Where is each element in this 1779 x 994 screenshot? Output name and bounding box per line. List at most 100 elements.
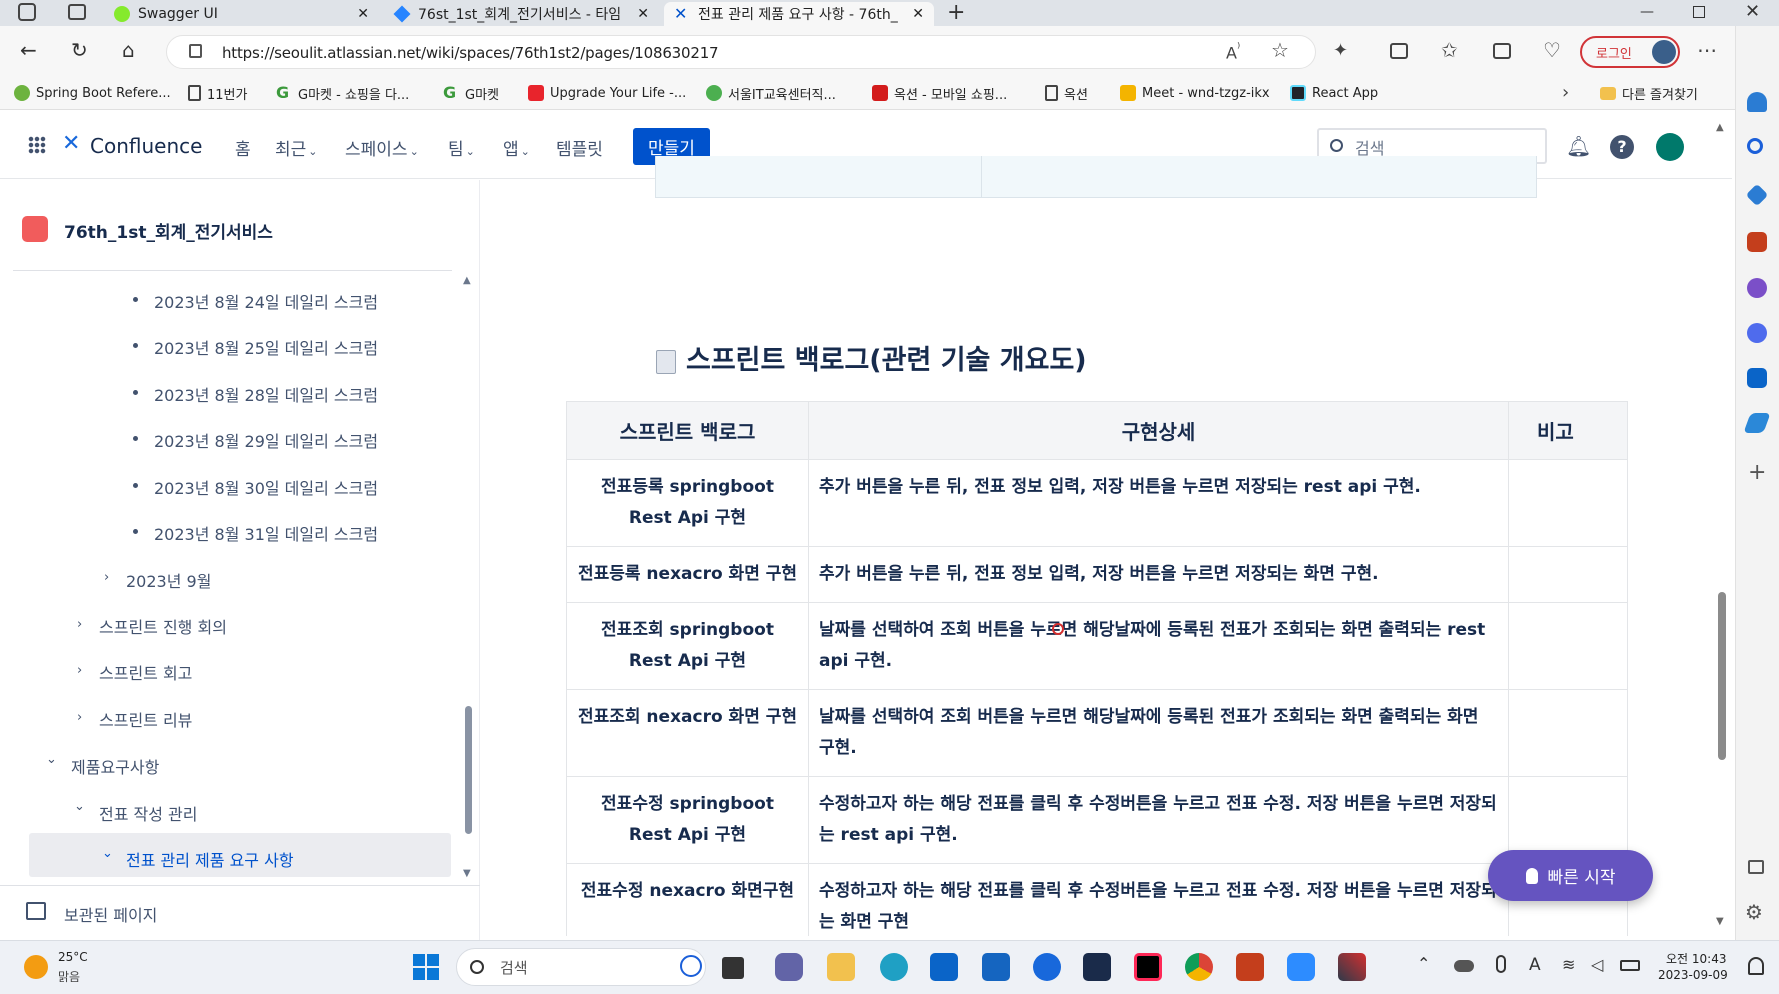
notification-icon[interactable]: 🔔︎ (1566, 134, 1591, 158)
chevron-right-icon[interactable]: › (104, 570, 109, 585)
tree-item-scrum-0830[interactable]: 2023년 8월 30일 데일리 스크럼 (154, 475, 378, 499)
bookmark-seoulit[interactable]: 서울IT교육센터직... (706, 83, 836, 103)
scroll-up-icon[interactable]: ▲ (1716, 122, 1724, 133)
close-icon[interactable]: ✕ (912, 6, 924, 22)
sidebar-scrollbar[interactable] (465, 706, 472, 834)
x-app-icon[interactable] (1083, 953, 1111, 981)
onedrive-icon[interactable] (1454, 960, 1474, 972)
favorite-star-icon[interactable]: ☆ (1271, 38, 1289, 62)
weather-icon[interactable] (24, 955, 48, 979)
close-window-icon[interactable]: ✕ (1745, 1, 1760, 22)
intellij-icon[interactable] (1134, 953, 1162, 981)
chevron-down-icon[interactable]: ⌄ (102, 846, 113, 861)
chevron-down-icon[interactable]: ⌄ (46, 752, 57, 767)
tree-item-sprint-retro[interactable]: 스프린트 회고 (99, 660, 192, 684)
sourcetree-icon[interactable] (1033, 953, 1061, 981)
more-options-icon[interactable]: ⋯ (1697, 38, 1717, 62)
url-text[interactable]: https://seoulit.atlassian.net/wiki/space… (222, 44, 719, 62)
other-favorites[interactable]: 다른 즐겨찾기 (1600, 83, 1698, 103)
clock-date[interactable]: 2023-09-09 (1658, 968, 1728, 982)
task-view-icon[interactable] (722, 957, 744, 979)
bookmark-11st[interactable]: 11번가 (188, 83, 247, 103)
quick-start-button[interactable]: 빠른 시작 (1488, 850, 1653, 901)
tree-item-scrum-0828[interactable]: 2023년 8월 28일 데일리 스크럼 (154, 382, 378, 406)
tree-item-scrum-0824[interactable]: 2023년 8월 24일 데일리 스크럼 (154, 289, 378, 313)
main-scrollbar[interactable] (1718, 592, 1726, 760)
volume-icon[interactable]: ◁ (1591, 955, 1603, 974)
close-icon[interactable]: ✕ (357, 6, 369, 22)
minimize-icon[interactable]: — (1640, 4, 1654, 20)
tree-item-scrum-0825[interactable]: 2023년 8월 25일 데일리 스크럼 (154, 335, 378, 359)
back-icon[interactable]: ← (20, 38, 37, 62)
teams-icon[interactable] (775, 953, 803, 981)
tree-item-scrum-0829[interactable]: 2023년 8월 29일 데일리 스크럼 (154, 428, 378, 452)
office-icon[interactable] (1747, 323, 1767, 343)
settings-gear-icon[interactable]: ⚙ (1745, 900, 1763, 924)
tree-item-sprint-review[interactable]: 스프린트 리뷰 (99, 707, 192, 731)
collections-icon[interactable] (1493, 43, 1511, 59)
zoom-icon[interactable] (1287, 953, 1315, 981)
tree-item-2023-09[interactable]: 2023년 9월 (126, 568, 211, 592)
menu-apps[interactable]: 앱 ⌄ (503, 135, 530, 160)
tools-icon[interactable] (1747, 232, 1767, 252)
browser-essentials-icon[interactable]: ♡ (1543, 38, 1561, 62)
read-aloud-icon[interactable]: A⁾ (1226, 41, 1240, 62)
chevron-down-icon[interactable]: ⌄ (74, 799, 85, 814)
menu-templates[interactable]: 템플릿 (556, 135, 603, 160)
remote-desktop-icon[interactable] (930, 953, 958, 981)
close-icon[interactable]: ✕ (637, 6, 649, 22)
bookmark-auction-mobile[interactable]: 옥션 - 모바일 쇼핑... (872, 83, 1007, 103)
product-name[interactable]: Confluence (90, 134, 202, 158)
lock-icon[interactable] (189, 44, 202, 58)
extensions-icon[interactable]: ✦ (1333, 40, 1348, 61)
bookmark-meet[interactable]: Meet - wnd-tzgz-ikx (1120, 83, 1270, 103)
chevron-up-icon[interactable]: ⌃ (1417, 954, 1430, 973)
home-icon[interactable]: ⌂ (122, 38, 135, 62)
bookmark-upgrade[interactable]: Upgrade Your Life -... (528, 83, 686, 103)
refresh-icon[interactable]: ↻ (71, 38, 88, 62)
menu-spaces[interactable]: 스페이스 ⌄ (345, 135, 419, 160)
outlook-icon[interactable] (1747, 368, 1767, 388)
bookmark-gmarket-shop[interactable]: G G마켓 - 쇼핑을 다... (276, 83, 409, 103)
start-icon[interactable] (413, 954, 439, 980)
tab-actions-icon[interactable] (68, 4, 86, 20)
scroll-down-icon[interactable]: ▼ (1716, 916, 1724, 927)
tree-item-sprint-meeting[interactable]: 스프린트 진행 회의 (99, 614, 227, 638)
new-tab-icon[interactable]: + (947, 0, 965, 25)
sidebar-toggle-icon[interactable] (1748, 860, 1764, 874)
file-explorer-icon[interactable] (827, 953, 855, 981)
bell-icon[interactable] (1747, 92, 1767, 112)
search-icon[interactable] (1747, 138, 1763, 154)
scroll-down-icon[interactable]: ▼ (463, 868, 471, 879)
tab-confluence[interactable]: ✕ 전표 관리 제품 요구 사항 - 76th_ ✕ (664, 2, 934, 26)
notification-bell-icon[interactable] (1748, 957, 1764, 975)
menu-home[interactable]: 홈 (235, 135, 251, 160)
chevron-right-icon[interactable]: › (77, 710, 82, 725)
menu-teams[interactable]: 팀 ⌄ (448, 135, 475, 160)
menu-recent[interactable]: 최근 ⌄ (275, 135, 318, 160)
split-screen-icon[interactable] (1390, 43, 1408, 59)
profile-avatar[interactable] (1656, 133, 1684, 161)
nexacro-icon[interactable] (1338, 953, 1366, 981)
chrome-icon[interactable] (1185, 953, 1213, 981)
bookmark-spring[interactable]: Spring Boot Refere... (14, 83, 171, 103)
login-button[interactable]: 로그인 (1580, 36, 1680, 68)
chevron-right-icon[interactable]: › (77, 663, 82, 678)
bookmark-react[interactable]: React App (1290, 83, 1378, 103)
games-icon[interactable] (1747, 278, 1767, 298)
taskbar-search[interactable] (456, 948, 706, 986)
bookmark-auction[interactable]: 옥션 (1045, 83, 1088, 103)
clock-time[interactable]: 오전 10:43 (1666, 950, 1726, 967)
scroll-up-icon[interactable]: ▲ (463, 275, 471, 286)
add-icon[interactable]: + (1748, 460, 1766, 485)
tree-item-doc-mgmt[interactable]: 전표 작성 관리 (99, 801, 198, 825)
bookmark-gmarket[interactable]: G G마켓 (443, 83, 499, 103)
space-name[interactable]: 76th_1st_회계_전기서비스 (64, 218, 273, 243)
wifi-icon[interactable]: ≋ (1562, 955, 1575, 974)
workspaces-icon[interactable] (18, 3, 36, 21)
powerpoint-icon[interactable] (1236, 953, 1264, 981)
microphone-icon[interactable] (1496, 955, 1506, 973)
help-icon[interactable]: ? (1610, 135, 1634, 159)
tab-swagger[interactable]: Swagger UI ✕ (104, 2, 379, 26)
app-switcher-icon[interactable] (28, 136, 46, 154)
